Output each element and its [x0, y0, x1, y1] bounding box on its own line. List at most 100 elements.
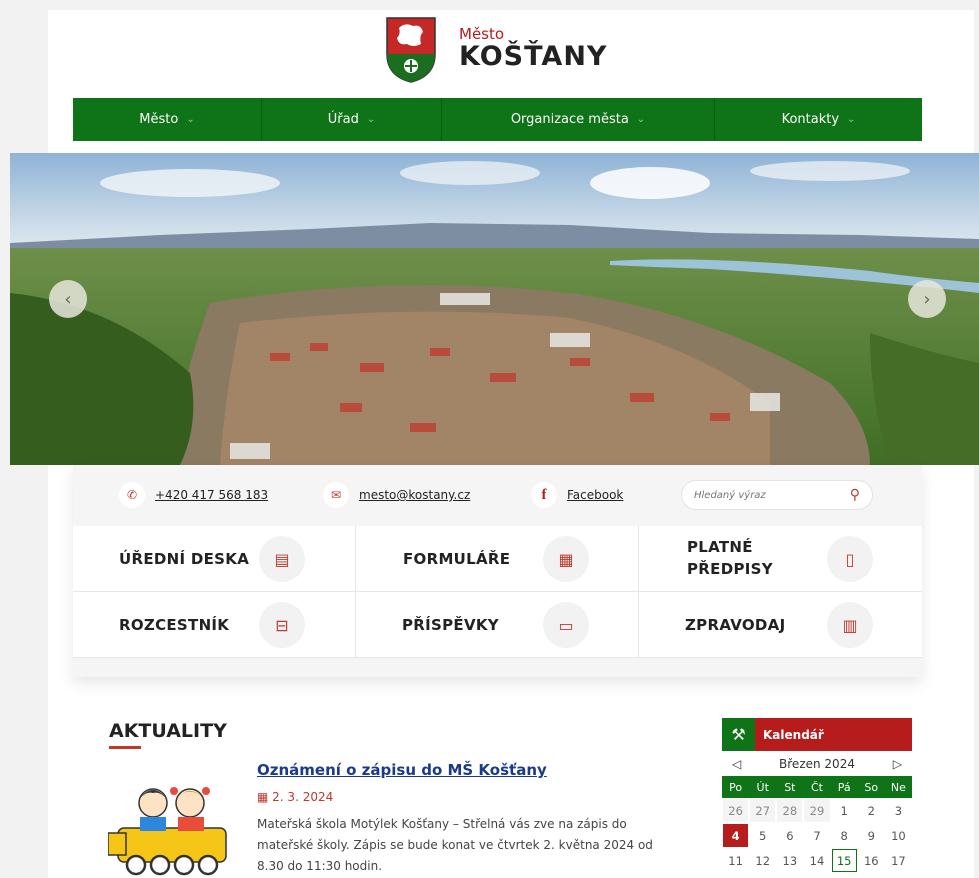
email-link[interactable]: ✉ mesto@kostany.cz [323, 482, 470, 508]
nav-item-urad[interactable]: Úřad ⌄ [262, 98, 442, 141]
nav-item-kontakty[interactable]: Kontakty ⌄ [715, 98, 922, 141]
news-thumbnail[interactable] [108, 773, 236, 878]
tile-label: ÚŘEDNÍ DESKA [119, 550, 250, 568]
calendar-day[interactable]: 11 [723, 849, 748, 872]
logo-town-name: KOŠŤANY [459, 41, 608, 72]
facebook-link[interactable]: f Facebook [531, 482, 623, 508]
title-underline [109, 746, 141, 749]
site-logo[interactable]: Město KOŠŤANY [383, 14, 607, 84]
nav-item-label: Město [139, 112, 179, 127]
calendar-day[interactable]: 28 [777, 799, 803, 822]
regulation-icon: ▯ [827, 536, 873, 582]
search-icon[interactable]: ⚲ [850, 487, 860, 503]
chevron-down-icon: ⌄ [186, 114, 195, 125]
facebook-label[interactable]: Facebook [567, 488, 623, 502]
tile-label: PLATNÉ PŘEDPISY [687, 538, 773, 578]
chevron-left-icon: ‹ [64, 288, 72, 310]
nav-item-label: Organizace města [510, 112, 629, 127]
hero-prev-button[interactable]: ‹ [49, 280, 87, 318]
calendar-weekdays: Po Út St Čt Pá So Ne [722, 776, 912, 798]
calendar-day[interactable]: 6 [777, 824, 802, 847]
email-address[interactable]: mesto@kostany.cz [359, 488, 470, 502]
news-item-title[interactable]: Oznámení o zápisu do MŠ Košťany [257, 761, 547, 779]
weekday-label: Čt [810, 780, 823, 794]
tile-rozcestnik[interactable]: ROZCESTNÍK ⊟ [73, 592, 356, 658]
chevron-down-icon: ⌄ [366, 114, 376, 125]
nav-item-label: Kontakty [781, 112, 840, 127]
quick-links-card: ✆ +420 417 568 183 ✉ mesto@kostany.cz f … [73, 465, 922, 677]
weekday-label: So [864, 780, 879, 794]
news-section-title: AKTUALITY [109, 720, 227, 742]
calendar-day[interactable]: 2 [859, 799, 884, 822]
coat-of-arms-icon [386, 17, 436, 83]
calendar-day[interactable]: 29 [804, 799, 830, 822]
next-month-button[interactable]: ▷ [893, 757, 902, 771]
calendar-day[interactable]: 8 [832, 824, 857, 847]
main-nav: Město ⌄ Úřad ⌄ Organizace města ⌄ Kontakty ⌄ [73, 98, 922, 141]
tile-label: ROZCESTNÍK [119, 616, 230, 634]
calendar-day[interactable]: 7 [804, 824, 829, 847]
calendar-week-row: 11 12 13 14 15 16 17 [722, 848, 912, 873]
tile-uredni-deska[interactable]: ÚŘEDNÍ DESKA ▤ [73, 526, 356, 592]
phone-number[interactable]: +420 417 568 183 [155, 488, 268, 502]
calendar-icon: ▦ [257, 790, 269, 804]
weekday-label: St [784, 780, 796, 794]
crossed-tools-icon: ⚒ [722, 718, 755, 751]
calendar-day[interactable]: 27 [750, 799, 776, 822]
contact-bar: ✆ +420 417 568 183 ✉ mesto@kostany.cz f … [73, 465, 922, 525]
weekday-label: Út [756, 780, 769, 794]
calendar-widget: ⚒ Kalendář ◁ Březen 2024 ▷ Po Út St Čt P… [722, 718, 912, 878]
calendar-title: Kalendář [755, 718, 912, 751]
calendar-day[interactable]: 12 [750, 849, 775, 872]
news-item-date: 2. 3. 2024 [272, 790, 334, 804]
prev-month-button[interactable]: ◁ [732, 757, 741, 771]
calendar-day-today[interactable]: 4 [723, 824, 749, 847]
news-item-text: Mateřská škola Motýlek Košťany – Střelná… [257, 817, 653, 873]
chevron-down-icon: ⌄ [636, 114, 646, 125]
weekday-label: Ne [890, 780, 906, 794]
search-box: ⚲ [681, 480, 873, 510]
calendar-day[interactable]: 16 [859, 849, 884, 872]
search-input[interactable] [694, 489, 844, 501]
phone-link[interactable]: ✆ +420 417 568 183 [119, 482, 268, 508]
quick-links-grid: ÚŘEDNÍ DESKA ▤ FORMULÁŘE ▦ PLATNÉ PŘEDPI… [73, 526, 922, 658]
calendar-day[interactable]: 9 [859, 824, 884, 847]
calendar-day[interactable]: 17 [886, 849, 911, 872]
nav-item-mesto[interactable]: Město ⌄ [73, 98, 262, 141]
calendar-day[interactable]: 1 [832, 799, 857, 822]
calendar-month-label: Březen 2024 [779, 756, 855, 771]
tile-platne-predpisy[interactable]: PLATNÉ PŘEDPISY ▯ [639, 526, 922, 592]
news-item-date-row: ▦ 2. 3. 2024 [257, 790, 333, 804]
facebook-icon: f [531, 482, 557, 508]
weekday-label: Po [729, 780, 743, 794]
newspaper-icon: ▥ [827, 602, 873, 648]
tile-label: FORMULÁŘE [403, 550, 511, 568]
calendar-header: ⚒ Kalendář [722, 718, 912, 751]
hero-next-button[interactable]: › [908, 280, 946, 318]
envelope-icon: ✉ [323, 482, 349, 508]
tile-formulare[interactable]: FORMULÁŘE ▦ [356, 526, 639, 592]
calendar-day[interactable]: 13 [777, 849, 802, 872]
calendar-week-row: 4 5 6 7 8 9 10 [722, 823, 912, 848]
tile-label: ZPRAVODAJ [685, 616, 786, 634]
calendar-day[interactable]: 5 [750, 824, 775, 847]
calendar-day[interactable]: 26 [723, 799, 749, 822]
tile-zpravodaj[interactable]: ZPRAVODAJ ▥ [639, 592, 922, 658]
board-icon: ▤ [259, 536, 305, 582]
nav-item-label: Úřad [327, 112, 359, 127]
calendar-day[interactable]: 10 [886, 824, 911, 847]
money-icon: ▭ [543, 602, 589, 648]
chevron-down-icon: ⌄ [847, 114, 856, 125]
chevron-right-icon: › [923, 288, 931, 310]
calendar-day[interactable]: 14 [804, 849, 829, 872]
calendar-week-row: 26 27 28 29 1 2 3 [722, 798, 912, 823]
calendar-day-event[interactable]: 15 [831, 849, 857, 872]
calendar-day[interactable]: 3 [886, 799, 911, 822]
logo-small-text: Město [459, 25, 505, 43]
tile-label: PŘÍSPĚVKY [402, 616, 499, 634]
tile-prispevky[interactable]: PŘÍSPĚVKY ▭ [356, 592, 639, 658]
weekday-label: Pá [837, 780, 851, 794]
phone-icon: ✆ [119, 482, 145, 508]
hero-slideshow [10, 153, 979, 465]
nav-item-organizace[interactable]: Organizace města ⌄ [442, 98, 715, 141]
